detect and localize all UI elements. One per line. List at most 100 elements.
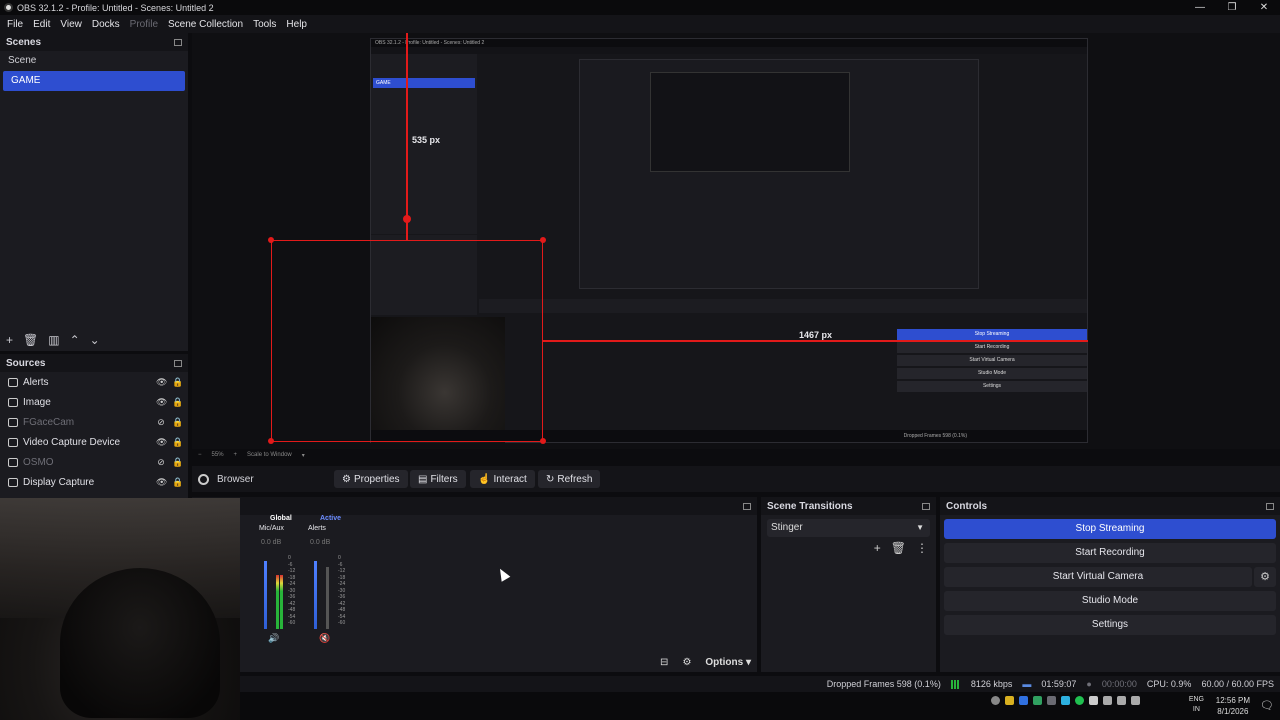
volume-icon[interactable] [1117, 696, 1126, 705]
menu-help[interactable]: Help [281, 19, 312, 30]
properties-button[interactable]: ⚙ Properties [334, 470, 408, 488]
scene-transitions-dock: Scene Transitions Stinger ▼ + 🗑 ⋮ [761, 497, 936, 672]
eye-hidden-icon[interactable]: ⊘ [156, 457, 166, 468]
source-item[interactable]: Alerts 👁 🔒 [0, 372, 188, 392]
undock-icon[interactable] [174, 38, 182, 46]
maximize-button[interactable]: ❐ [1216, 0, 1248, 15]
source-item[interactable]: Display Capture 👁 🔒 [0, 472, 188, 492]
resize-handle[interactable] [540, 438, 546, 444]
studio-mode-button[interactable]: Studio Mode [944, 591, 1276, 611]
close-button[interactable]: ✕ [1248, 0, 1280, 15]
scale-mode[interactable]: Scale to Window [247, 452, 292, 458]
transition-select[interactable]: Stinger ▼ [767, 519, 930, 537]
eye-icon[interactable]: 👁 [156, 437, 167, 448]
eye-icon[interactable]: 👁 [156, 377, 167, 388]
menu-docks[interactable]: Docks [87, 19, 125, 30]
eye-hidden-icon[interactable]: ⊘ [156, 417, 166, 428]
stop-streaming-button[interactable]: Stop Streaming [944, 519, 1276, 539]
lock-icon[interactable]: 🔒 [172, 417, 183, 428]
tab-active[interactable]: Active [320, 515, 341, 522]
move-up-icon[interactable]: ⌃ [70, 333, 80, 347]
preview-canvas[interactable]: OBS 32.1.2 - Profile: Untitled - Scenes:… [192, 33, 1280, 449]
app-tray-icon[interactable] [1075, 696, 1084, 705]
nested-start-virtual-camera: Start Virtual Camera [897, 355, 1087, 366]
source-toolbar: Browser ⚙ Properties ▤ Filters ☝ Interact ↻… [192, 466, 1280, 492]
undock-icon[interactable] [174, 359, 182, 367]
mixer-options-button[interactable]: Options ▾ [705, 657, 751, 668]
undock-icon[interactable] [743, 502, 751, 510]
obs-tray-icon[interactable] [991, 696, 1000, 705]
selection-box[interactable] [271, 240, 543, 442]
scene-item-selected[interactable]: GAME [3, 71, 185, 91]
menu-tools[interactable]: Tools [248, 19, 281, 30]
volume-slider[interactable] [314, 561, 317, 629]
signal-icon [950, 679, 961, 689]
lock-icon[interactable]: 🔒 [172, 397, 183, 408]
lock-icon[interactable]: 🔒 [172, 437, 183, 448]
nested-studio-mode: Studio Mode [897, 368, 1087, 379]
add-icon[interactable]: + [874, 541, 881, 555]
resize-handle[interactable] [268, 237, 274, 243]
refresh-button[interactable]: ↻ Refresh [538, 470, 601, 488]
menu-view[interactable]: View [55, 19, 87, 30]
eye-icon[interactable]: 👁 [156, 397, 167, 408]
speaker-muted-icon[interactable]: 🔇 [319, 633, 330, 644]
lock-icon[interactable]: 🔒 [172, 477, 183, 488]
undock-icon[interactable] [922, 502, 930, 510]
source-item[interactable]: OSMO ⊘ 🔒 [0, 452, 188, 472]
layout-icon[interactable]: ⊟ [660, 657, 668, 668]
globe-icon [8, 377, 18, 387]
trash-icon[interactable]: 🗑 [891, 541, 906, 555]
menu-edit[interactable]: Edit [28, 19, 55, 30]
resize-handle[interactable] [540, 237, 546, 243]
nested-settings: Settings [897, 381, 1087, 392]
menu-profile[interactable]: Profile [125, 19, 163, 30]
virtual-camera-settings-button[interactable]: ⚙ [1254, 567, 1276, 587]
chevron-down-icon[interactable]: ▾ [302, 452, 305, 459]
filters-button[interactable]: ▤ Filters [410, 470, 466, 488]
nested-preview [579, 59, 979, 289]
zoom-out-icon[interactable]: − [198, 452, 202, 458]
menu-scene-collection[interactable]: Scene Collection [163, 19, 248, 30]
undock-icon[interactable] [1266, 502, 1274, 510]
taskbar-clock[interactable]: 12:56 PM 8/1/2026 [1216, 695, 1250, 717]
resize-handle[interactable] [268, 438, 274, 444]
app-tray-icon[interactable] [1089, 696, 1098, 705]
app-tray-icon[interactable] [1005, 696, 1014, 705]
settings-button[interactable]: Settings [944, 615, 1276, 635]
interact-button[interactable]: ☝ Interact [470, 470, 535, 488]
cpu-usage: CPU: 0.9% [1146, 679, 1192, 689]
eye-icon[interactable]: 👁 [156, 477, 167, 488]
add-icon[interactable]: + [6, 333, 13, 347]
filter-icon[interactable]: ▥ [48, 333, 59, 347]
move-down-icon[interactable]: ⌄ [90, 333, 100, 347]
minimize-button[interactable]: — [1184, 0, 1216, 15]
notification-icon[interactable]: 🗨 [1260, 699, 1274, 712]
battery-icon[interactable] [1131, 696, 1140, 705]
lock-icon[interactable]: 🔒 [172, 457, 183, 468]
gear-icon[interactable]: ⚙ [682, 657, 691, 668]
volume-slider[interactable] [264, 561, 267, 629]
tab-global[interactable]: Global [270, 515, 292, 522]
menu-file[interactable]: File [2, 19, 28, 30]
zoom-in-icon[interactable]: + [234, 452, 238, 458]
trash-icon[interactable]: 🗑 [23, 333, 38, 347]
source-item[interactable]: FGaceCam ⊘ 🔒 [0, 412, 188, 432]
source-item[interactable]: Video Capture Device 👁 🔒 [0, 432, 188, 452]
start-virtual-camera-button[interactable]: Start Virtual Camera [944, 567, 1252, 587]
app-tray-icon[interactable] [1019, 696, 1028, 705]
more-icon[interactable]: ⋮ [916, 541, 928, 555]
speaker-icon[interactable]: 🔊 [268, 633, 279, 644]
audio-mixer-dock: r Global Active Mic/Aux 0.0 dB Alerts 0.… [192, 497, 757, 672]
record-icon: ● [1086, 679, 1092, 689]
lock-icon[interactable]: 🔒 [172, 377, 183, 388]
language-indicator[interactable]: ENG IN [1189, 695, 1204, 715]
source-item[interactable]: Image 👁 🔒 [0, 392, 188, 412]
steam-icon[interactable] [1047, 696, 1056, 705]
wifi-icon[interactable] [1103, 696, 1112, 705]
app-tray-icon[interactable] [1033, 696, 1042, 705]
scene-item[interactable]: Scene [0, 51, 188, 71]
obs-logo-icon [4, 3, 13, 12]
app-tray-icon[interactable] [1061, 696, 1070, 705]
start-recording-button[interactable]: Start Recording [944, 543, 1276, 563]
